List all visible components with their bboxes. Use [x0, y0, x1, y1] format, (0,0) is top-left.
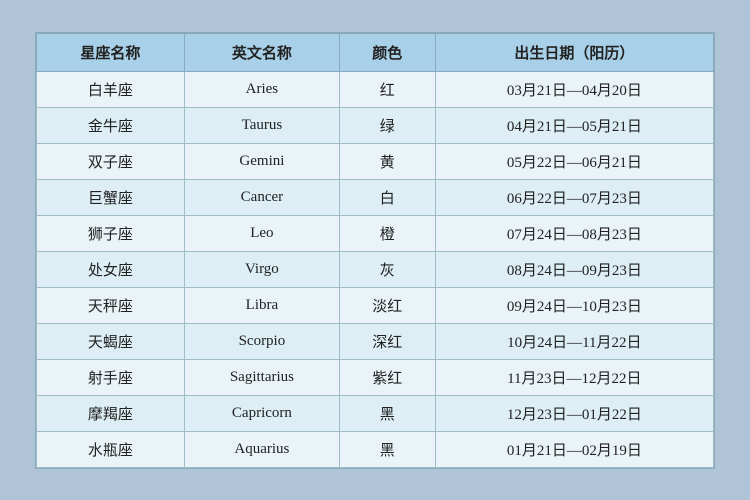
table-body: 白羊座Aries红03月21日—04月20日金牛座Taurus绿04月21日—0… — [37, 71, 714, 467]
cell-chinese-name: 金牛座 — [37, 107, 185, 143]
header-english-name: 英文名称 — [184, 33, 339, 71]
cell-birth-dates: 10月24日—11月22日 — [435, 323, 713, 359]
cell-color: 灰 — [339, 251, 435, 287]
cell-birth-dates: 03月21日—04月20日 — [435, 71, 713, 107]
cell-birth-dates: 11月23日—12月22日 — [435, 359, 713, 395]
cell-chinese-name: 天蝎座 — [37, 323, 185, 359]
cell-chinese-name: 巨蟹座 — [37, 179, 185, 215]
table-row: 射手座Sagittarius紫红11月23日—12月22日 — [37, 359, 714, 395]
cell-english-name: Cancer — [184, 179, 339, 215]
cell-color: 绿 — [339, 107, 435, 143]
table-row: 水瓶座Aquarius黑01月21日—02月19日 — [37, 431, 714, 467]
cell-color: 黑 — [339, 431, 435, 467]
table-row: 处女座Virgo灰08月24日—09月23日 — [37, 251, 714, 287]
table-row: 天秤座Libra淡红09月24日—10月23日 — [37, 287, 714, 323]
cell-english-name: Capricorn — [184, 395, 339, 431]
cell-color: 深红 — [339, 323, 435, 359]
table-row: 摩羯座Capricorn黑12月23日—01月22日 — [37, 395, 714, 431]
cell-birth-dates: 08月24日—09月23日 — [435, 251, 713, 287]
cell-chinese-name: 狮子座 — [37, 215, 185, 251]
cell-english-name: Virgo — [184, 251, 339, 287]
cell-english-name: Taurus — [184, 107, 339, 143]
cell-birth-dates: 12月23日—01月22日 — [435, 395, 713, 431]
cell-birth-dates: 09月24日—10月23日 — [435, 287, 713, 323]
table-header-row: 星座名称 英文名称 颜色 出生日期（阳历） — [37, 33, 714, 71]
cell-chinese-name: 白羊座 — [37, 71, 185, 107]
cell-english-name: Scorpio — [184, 323, 339, 359]
cell-birth-dates: 05月22日—06月21日 — [435, 143, 713, 179]
cell-english-name: Gemini — [184, 143, 339, 179]
cell-english-name: Leo — [184, 215, 339, 251]
table-row: 狮子座Leo橙07月24日—08月23日 — [37, 215, 714, 251]
cell-color: 黄 — [339, 143, 435, 179]
header-birth-date: 出生日期（阳历） — [435, 33, 713, 71]
cell-color: 白 — [339, 179, 435, 215]
cell-birth-dates: 06月22日—07月23日 — [435, 179, 713, 215]
zodiac-table-container: 星座名称 英文名称 颜色 出生日期（阳历） 白羊座Aries红03月21日—04… — [35, 32, 715, 469]
table-row: 双子座Gemini黄05月22日—06月21日 — [37, 143, 714, 179]
header-color: 颜色 — [339, 33, 435, 71]
table-row: 金牛座Taurus绿04月21日—05月21日 — [37, 107, 714, 143]
cell-color: 橙 — [339, 215, 435, 251]
table-row: 白羊座Aries红03月21日—04月20日 — [37, 71, 714, 107]
cell-chinese-name: 双子座 — [37, 143, 185, 179]
zodiac-table: 星座名称 英文名称 颜色 出生日期（阳历） 白羊座Aries红03月21日—04… — [36, 33, 714, 468]
cell-color: 紫红 — [339, 359, 435, 395]
cell-birth-dates: 07月24日—08月23日 — [435, 215, 713, 251]
cell-english-name: Libra — [184, 287, 339, 323]
cell-chinese-name: 天秤座 — [37, 287, 185, 323]
table-row: 巨蟹座Cancer白06月22日—07月23日 — [37, 179, 714, 215]
cell-english-name: Sagittarius — [184, 359, 339, 395]
table-row: 天蝎座Scorpio深红10月24日—11月22日 — [37, 323, 714, 359]
cell-english-name: Aquarius — [184, 431, 339, 467]
cell-chinese-name: 处女座 — [37, 251, 185, 287]
cell-chinese-name: 射手座 — [37, 359, 185, 395]
header-chinese-name: 星座名称 — [37, 33, 185, 71]
cell-chinese-name: 摩羯座 — [37, 395, 185, 431]
cell-color: 黑 — [339, 395, 435, 431]
cell-color: 红 — [339, 71, 435, 107]
cell-chinese-name: 水瓶座 — [37, 431, 185, 467]
cell-birth-dates: 01月21日—02月19日 — [435, 431, 713, 467]
cell-color: 淡红 — [339, 287, 435, 323]
cell-birth-dates: 04月21日—05月21日 — [435, 107, 713, 143]
cell-english-name: Aries — [184, 71, 339, 107]
